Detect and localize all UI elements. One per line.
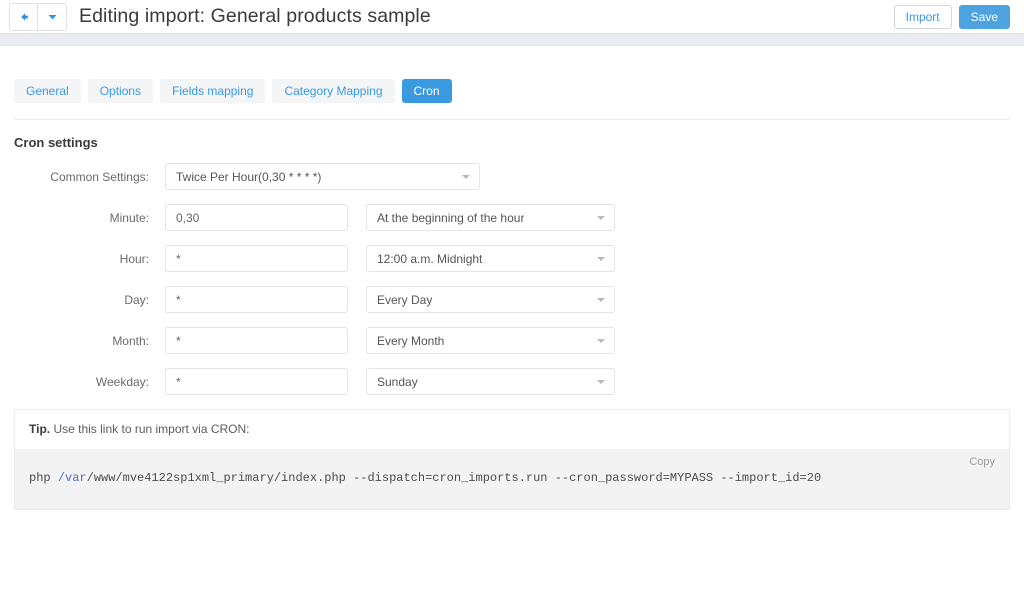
- day-preset-select[interactable]: Every Day: [366, 286, 615, 313]
- month-value: *: [176, 333, 181, 348]
- command-keyword: /var: [57, 471, 87, 485]
- row-minute: Minute: 0,30 At the beginning of the hou…: [0, 204, 1024, 231]
- header-separator-band: [0, 33, 1024, 46]
- month-label: Month:: [112, 333, 149, 348]
- weekday-preset-value: Sunday: [377, 374, 418, 389]
- command-rest: /www/mve4122sp1xml_primary/index.php --d…: [86, 471, 822, 485]
- row-weekday: Weekday: * Sunday: [0, 368, 1024, 395]
- day-preset-value: Every Day: [377, 292, 433, 307]
- tab-options[interactable]: Options: [87, 79, 154, 103]
- day-label: Day:: [124, 292, 149, 307]
- common-settings-label: Common Settings:: [50, 169, 149, 184]
- back-button[interactable]: [9, 2, 38, 31]
- tab-category-mapping[interactable]: Category Mapping: [272, 79, 395, 103]
- common-settings-select[interactable]: Twice Per Hour(0,30 * * * *): [165, 163, 480, 190]
- month-preset-select[interactable]: Every Month: [366, 327, 615, 354]
- chevron-down-icon: [597, 256, 605, 261]
- weekday-input[interactable]: *: [165, 368, 348, 395]
- hour-preset-value: 12:00 a.m. Midnight: [377, 251, 483, 266]
- minute-label: Minute:: [109, 210, 149, 225]
- hour-preset-select[interactable]: 12:00 a.m. Midnight: [366, 245, 615, 272]
- tab-general[interactable]: General: [14, 79, 81, 103]
- copy-button[interactable]: Copy: [969, 456, 995, 468]
- row-month: Month: * Every Month: [0, 327, 1024, 354]
- chevron-down-icon: [48, 14, 57, 20]
- minute-preset-select[interactable]: At the beginning of the hour: [366, 204, 615, 231]
- tip-text: Tip. Use this link to run import via CRO…: [15, 410, 1009, 449]
- minute-input[interactable]: 0,30: [165, 204, 348, 231]
- tabs-divider: [14, 119, 1010, 120]
- tip-message: Use this link to run import via CRON:: [50, 422, 250, 436]
- cron-settings-form: Common Settings: Twice Per Hour(0,30 * *…: [0, 163, 1024, 395]
- chevron-down-icon: [597, 379, 605, 384]
- section-title: Cron settings: [14, 135, 98, 150]
- page-title: Editing import: General products sample: [79, 5, 431, 27]
- tab-bar: General Options Fields mapping Category …: [0, 46, 1024, 103]
- arrow-left-icon: [18, 11, 30, 23]
- app-header: Editing import: General products sample …: [0, 0, 1024, 33]
- save-button[interactable]: Save: [958, 4, 1010, 29]
- back-dropdown-button[interactable]: [38, 2, 67, 31]
- row-day: Day: * Every Day: [0, 286, 1024, 313]
- day-value: *: [176, 292, 181, 307]
- header-actions: Import Save: [893, 4, 1010, 29]
- tab-cron[interactable]: Cron: [401, 79, 452, 103]
- hour-value: *: [176, 251, 181, 266]
- cron-command-code[interactable]: Copy php /var/www/mve4122sp1xml_primary/…: [15, 449, 1009, 509]
- weekday-label: Weekday:: [95, 374, 149, 389]
- minute-value: 0,30: [176, 210, 200, 225]
- tip-prefix: Tip.: [29, 422, 51, 436]
- cron-tip-box: Tip. Use this link to run import via CRO…: [14, 409, 1010, 510]
- month-input[interactable]: *: [165, 327, 348, 354]
- command-prefix: php: [29, 471, 58, 485]
- tab-fields-mapping[interactable]: Fields mapping: [160, 79, 266, 103]
- chevron-down-icon: [462, 174, 470, 179]
- weekday-value: *: [176, 374, 181, 389]
- chevron-down-icon: [597, 297, 605, 302]
- row-common-settings: Common Settings: Twice Per Hour(0,30 * *…: [0, 163, 1024, 190]
- month-preset-value: Every Month: [377, 333, 445, 348]
- weekday-preset-select[interactable]: Sunday: [366, 368, 615, 395]
- hour-input[interactable]: *: [165, 245, 348, 272]
- import-button[interactable]: Import: [893, 4, 952, 29]
- minute-preset-value: At the beginning of the hour: [377, 210, 525, 225]
- chevron-down-icon: [597, 338, 605, 343]
- hour-label: Hour:: [119, 251, 149, 266]
- common-settings-value: Twice Per Hour(0,30 * * * *): [176, 169, 322, 184]
- navigation-buttons: [9, 2, 67, 31]
- day-input[interactable]: *: [165, 286, 348, 313]
- chevron-down-icon: [597, 215, 605, 220]
- row-hour: Hour: * 12:00 a.m. Midnight: [0, 245, 1024, 272]
